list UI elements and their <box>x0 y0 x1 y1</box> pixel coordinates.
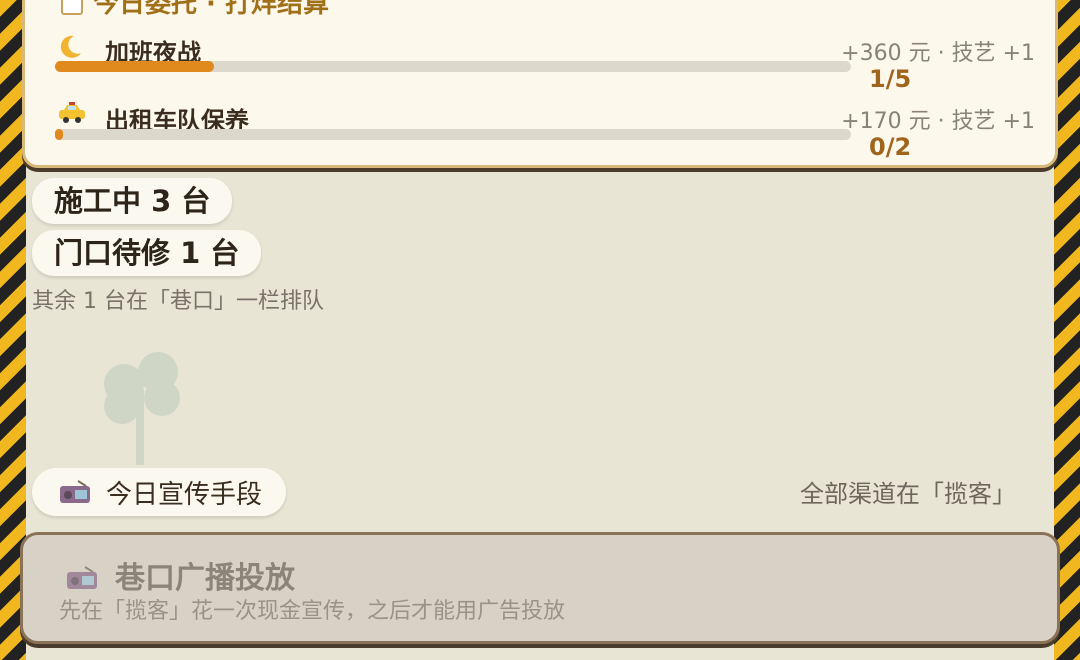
task-progress-bar <box>55 129 851 140</box>
channel-note: 全部渠道在「揽客」 <box>800 480 1016 508</box>
broadcast-title: 巷口广播投放 <box>115 561 295 596</box>
waiting-badge: 门口待修 1 台 <box>32 230 262 276</box>
commission-card: 今日委托 · 打烊结算 加班夜战 +360 元 · 技艺 +1 1/5 出租车队… <box>22 0 1058 168</box>
task-progress-fill <box>55 61 215 72</box>
task-overtime[interactable]: 加班夜战 +360 元 · 技艺 +1 1/5 <box>55 33 1035 93</box>
task-taxi-maintenance[interactable]: 出租车队保养 +170 元 · 技艺 +1 0/2 <box>55 101 1035 161</box>
in-progress-badge: 施工中 3 台 <box>32 178 233 224</box>
task-progress-fill <box>55 129 63 140</box>
promo-label: 今日宣传手段 <box>106 479 263 510</box>
clipboard-icon <box>61 0 83 15</box>
radio-icon <box>65 563 99 589</box>
task-progress-bar <box>55 61 851 72</box>
taxi-icon <box>57 101 87 131</box>
radio-icon <box>58 480 92 504</box>
commission-title: 今日委托 · 打烊结算 <box>93 0 329 19</box>
promo-methods-button[interactable]: 今日宣传手段 <box>32 468 287 516</box>
alley-broadcast-card[interactable]: 巷口广播投放 先在「揽客」花一次现金宣传，之后才能用广告投放 <box>20 532 1060 644</box>
task-count: 0/2 <box>869 133 912 161</box>
tree-decoration <box>100 350 190 474</box>
task-reward: +360 元 · 技艺 +1 <box>841 41 1035 66</box>
broadcast-header: 巷口广播投放 <box>65 553 295 597</box>
queue-note: 其余 1 台在「巷口」一栏排队 <box>32 289 324 314</box>
task-count: 1/5 <box>869 65 912 93</box>
broadcast-description: 先在「揽客」花一次现金宣传，之后才能用广告投放 <box>59 599 566 624</box>
task-reward: +170 元 · 技艺 +1 <box>841 109 1035 134</box>
commission-header: 今日委托 · 打烊结算 <box>61 0 329 20</box>
